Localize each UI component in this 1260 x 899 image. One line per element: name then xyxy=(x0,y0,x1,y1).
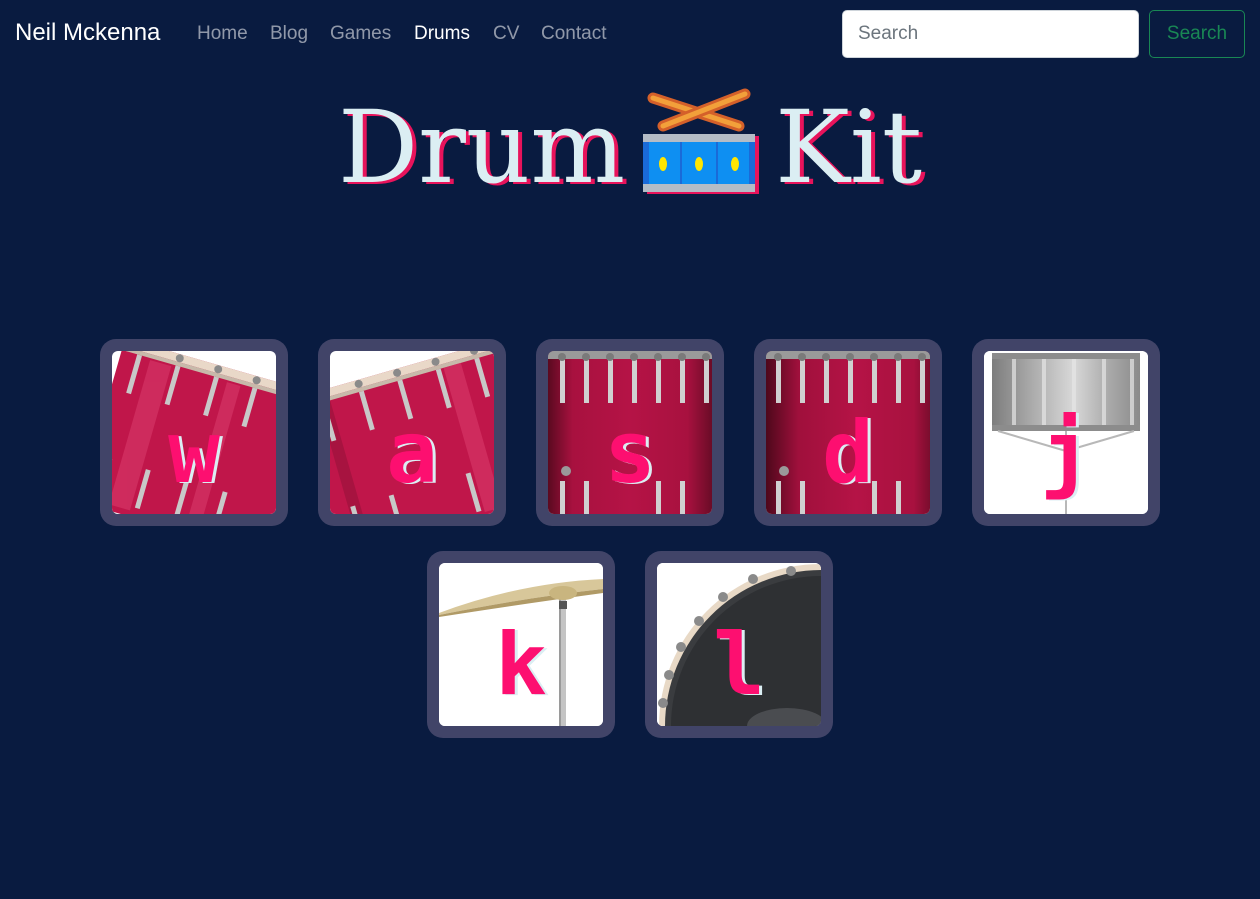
navbar: Neil Mckenna Home Blog Games Drums CV Co… xyxy=(0,0,1260,68)
pad-key-label: a xyxy=(386,402,438,503)
kick-drum-image: l xyxy=(657,563,821,726)
nav-link-drums[interactable]: Drums xyxy=(414,23,470,45)
drum-pad-a[interactable]: a xyxy=(318,339,506,526)
page-title: Drum Kit xyxy=(0,86,1260,210)
crash-cymbal-image: k xyxy=(439,563,603,726)
pad-key-label: j xyxy=(1040,402,1092,503)
nav-link-home[interactable]: Home xyxy=(197,23,248,45)
drum-pad-d[interactable]: d xyxy=(754,339,942,526)
pad-key-label: s xyxy=(604,402,656,503)
pad-key-label: k xyxy=(495,614,547,715)
drum-pad-l[interactable]: l xyxy=(645,551,833,738)
title-drum-text: Drum xyxy=(337,89,626,206)
search-input[interactable] xyxy=(842,10,1139,58)
pad-key-label: w xyxy=(168,402,220,503)
drum-pad-k[interactable]: k xyxy=(427,551,615,738)
nav-link-games[interactable]: Games xyxy=(330,23,391,45)
pad-key-label: d xyxy=(822,402,874,503)
drum-pad-w[interactable]: w xyxy=(100,339,288,526)
search-button[interactable]: Search xyxy=(1149,10,1245,58)
title-kit-text: Kit xyxy=(775,89,923,206)
nav-link-blog[interactable]: Blog xyxy=(270,23,308,45)
nav-link-cv[interactable]: CV xyxy=(493,23,519,45)
tom-3-image: s xyxy=(548,351,712,514)
tom-2-image: a xyxy=(330,351,494,514)
pad-key-label: l xyxy=(713,614,765,715)
drum-pad-j[interactable]: j xyxy=(972,339,1160,526)
drum-pad-s[interactable]: s xyxy=(536,339,724,526)
brand-link[interactable]: Neil Mckenna xyxy=(15,19,160,47)
nav-link-contact[interactable]: Contact xyxy=(541,23,606,45)
snare-image: j xyxy=(984,351,1148,514)
tom-4-image: d xyxy=(766,351,930,514)
drum-emoji-icon xyxy=(641,86,760,204)
tom-1-image: w xyxy=(112,351,276,514)
